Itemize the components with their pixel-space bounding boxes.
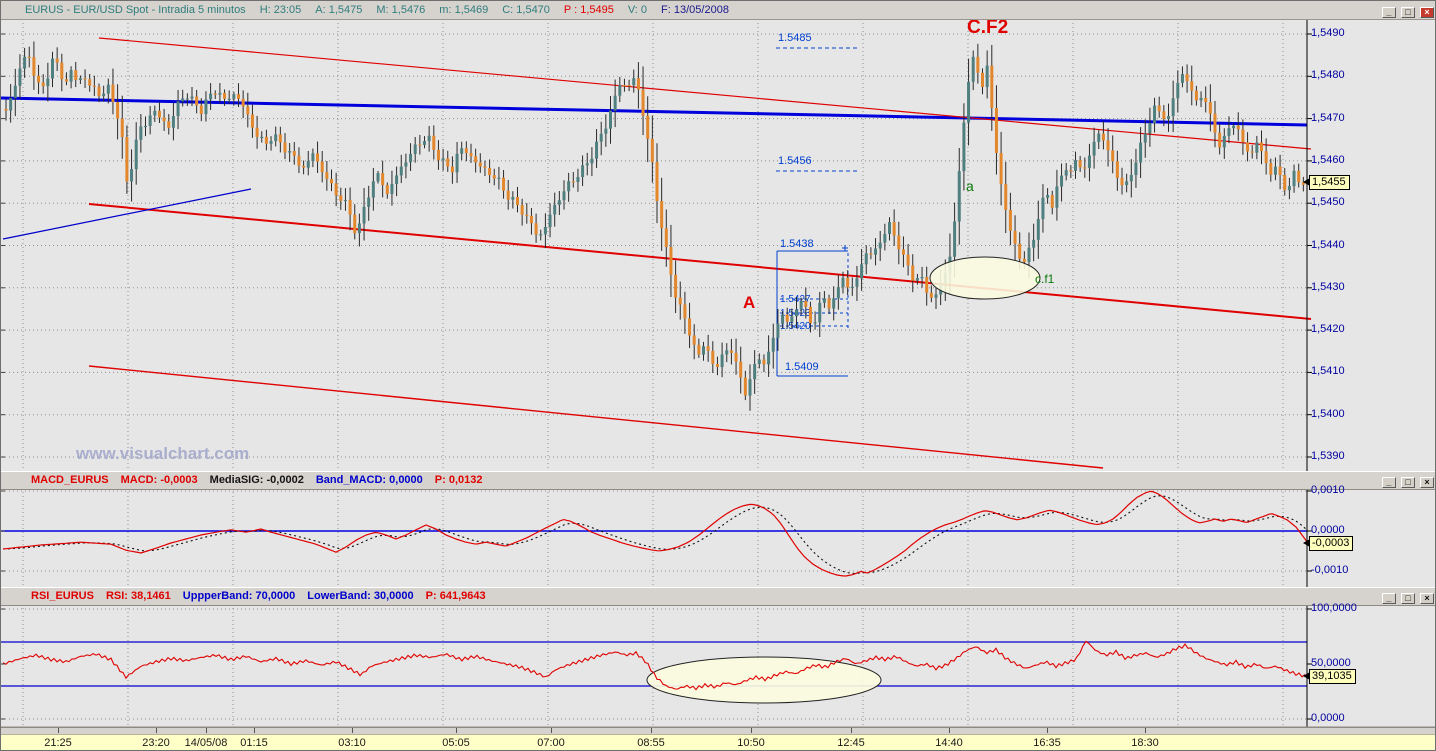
- price-axis-label: 1,5420: [1311, 323, 1345, 336]
- rsi-close-icon[interactable]: ×: [1420, 593, 1434, 604]
- annotation-cf2: C.F2: [967, 17, 1008, 38]
- macd-axis-label: 0,0010: [1311, 484, 1345, 496]
- price-axis-label: 1,5400: [1311, 407, 1345, 420]
- price-axis-label: 1,5390: [1311, 450, 1345, 462]
- time-axis-tick: [456, 728, 457, 733]
- time-axis-tick: [651, 728, 652, 733]
- minimize-button[interactable]: _: [1381, 7, 1396, 18]
- last-price-box: 1,5455: [1309, 175, 1350, 191]
- time-axis-label: 21:25: [44, 737, 72, 749]
- time-axis-label: 23:20: [142, 737, 170, 749]
- time-axis-label: 18:30: [1131, 737, 1159, 749]
- macd-axis-label: -0,0010: [1311, 564, 1349, 576]
- time-axis-tick: [206, 728, 207, 733]
- main-plot-area[interactable]: [1, 19, 1436, 471]
- macd-maximize-button[interactable]: □: [1400, 477, 1415, 488]
- window-controls: _ □ ×: [1380, 3, 1434, 18]
- header-segment: MACD: -0,0003: [120, 474, 198, 486]
- chart-window: www.visualchart.com 1.5485 1.5456 1.5438 1.5…: [0, 0, 1436, 751]
- rsi-header-text: RSI_EURUS RSI: 38,1461 UppperBand: 70,0000…: [1, 590, 498, 602]
- header-segment: EURUS - EUR/USD Spot - Intradia 5 minuto…: [25, 4, 246, 16]
- time-axis-label: 10:50: [737, 737, 765, 749]
- price-axis-label: 1,5460: [1311, 153, 1345, 166]
- rsi-value-box: 39,1035: [1309, 668, 1356, 684]
- price-axis-label: 1,5410: [1311, 365, 1345, 378]
- time-axis-tick: [1145, 728, 1146, 733]
- time-axis-label: 14:40: [935, 737, 963, 749]
- price-axis-label: 1,5440: [1311, 238, 1345, 251]
- header-segment: H: 23:05: [259, 4, 302, 16]
- macd-axis-label: 0,0000: [1311, 524, 1345, 536]
- price-axis-label: 1,5470: [1311, 111, 1345, 124]
- header-segment: P: 641,9643: [425, 590, 486, 602]
- time-axis-label: 14/05/08: [184, 737, 228, 749]
- price-axis-label: 1,5430: [1311, 280, 1345, 293]
- macd-panel-header: MACD_EURUS MACD: -0,0003 MediaSIG: -0,0002…: [1, 471, 1435, 490]
- macd-value-box: -0,0003: [1309, 536, 1354, 551]
- close-icon[interactable]: ×: [1420, 7, 1434, 18]
- time-axis-label: 12:45: [837, 737, 865, 749]
- annotation-a-upper: A: [743, 293, 755, 312]
- header-segment: MediaSIG: -0,0002: [209, 474, 304, 486]
- chart-canvas[interactable]: www.visualchart.com 1.5485 1.5456 1.5438 1.5…: [1, 1, 1436, 751]
- rsi-axis-label: 0,0000: [1311, 712, 1345, 724]
- time-axis-tick: [156, 728, 157, 733]
- time-axis-label: 05:05: [442, 737, 470, 749]
- time-axis-label: 08:55: [637, 737, 665, 749]
- time-axis-tick: [58, 728, 59, 733]
- time-axis-tick: [1047, 728, 1048, 733]
- time-axis-tick: [352, 728, 353, 733]
- price-axis-label: 1,5490: [1311, 27, 1345, 39]
- time-axis-tick: [254, 728, 255, 733]
- time-axis-tick: [751, 728, 752, 733]
- watermark: www.visualchart.com: [75, 444, 249, 463]
- time-axis-label: 03:10: [338, 737, 366, 749]
- header-segment: F: 13/05/2008: [661, 4, 729, 16]
- price-level-label: 1.5485: [778, 32, 812, 44]
- header-segment: UppperBand: 70,0000: [182, 590, 296, 602]
- rsi-axis-label: 50,0000: [1311, 657, 1351, 669]
- rsi-window-controls: _ □ ×: [1380, 590, 1434, 604]
- macd-close-icon[interactable]: ×: [1420, 477, 1434, 488]
- rsi-minimize-button[interactable]: _: [1381, 593, 1396, 604]
- time-axis-label: 16:35: [1033, 737, 1061, 749]
- header-segment: RSI: 38,1461: [105, 590, 171, 602]
- price-level-label: 1.5456: [778, 155, 812, 167]
- header-segment: C: 1,5470: [502, 4, 550, 16]
- bracket-bottom-label: 1.5409: [785, 361, 819, 373]
- header-segment: M: 1,5476: [376, 4, 426, 16]
- header-segment: Band_MACD: 0,0000: [315, 474, 423, 486]
- time-axis-tick: [949, 728, 950, 733]
- title-text: EURUS - EUR/USD Spot - Intradia 5 minuto…: [1, 4, 743, 16]
- rsi-axis-label: 100,0000: [1311, 602, 1357, 614]
- price-axis-label: 1,5450: [1311, 196, 1345, 209]
- rsi-panel-header: RSI_EURUS RSI: 38,1461 UppperBand: 70,0000…: [1, 587, 1435, 606]
- time-axis-label: 07:00: [537, 737, 565, 749]
- macd-plot-area[interactable]: [1, 488, 1436, 587]
- time-axis-label: 01:15: [240, 737, 268, 749]
- header-segment: MACD_EURUS: [31, 474, 109, 486]
- maximize-button[interactable]: □: [1400, 7, 1415, 18]
- macd-minimize-button[interactable]: _: [1381, 477, 1396, 488]
- time-axis-tick: [851, 728, 852, 733]
- header-segment: P: 0,0132: [434, 474, 483, 486]
- header-segment: m: 1,5469: [439, 4, 489, 16]
- highlight-ellipse: [929, 256, 1041, 300]
- time-axis-tick: [551, 728, 552, 733]
- price-axis-label: 1,5480: [1311, 69, 1345, 82]
- title-bar: EURUS - EUR/USD Spot - Intradia 5 minuto…: [1, 1, 1435, 20]
- macd-window-controls: _ □ ×: [1380, 474, 1434, 488]
- rsi-maximize-button[interactable]: □: [1400, 593, 1415, 604]
- header-segment: A: 1,5475: [315, 4, 363, 16]
- macd-header-text: MACD_EURUS MACD: -0,0003 MediaSIG: -0,0002…: [1, 474, 495, 486]
- annotation-cf1: c.f1: [1035, 272, 1055, 286]
- annotation-a-lower: a: [966, 178, 974, 194]
- header-segment: RSI_EURUS: [31, 590, 94, 602]
- header-segment: P : 1,5495: [563, 4, 614, 16]
- bracket-top-label: 1.5438: [780, 238, 814, 250]
- header-segment: V: 0: [627, 4, 648, 16]
- header-segment: LowerBand: 30,0000: [307, 590, 414, 602]
